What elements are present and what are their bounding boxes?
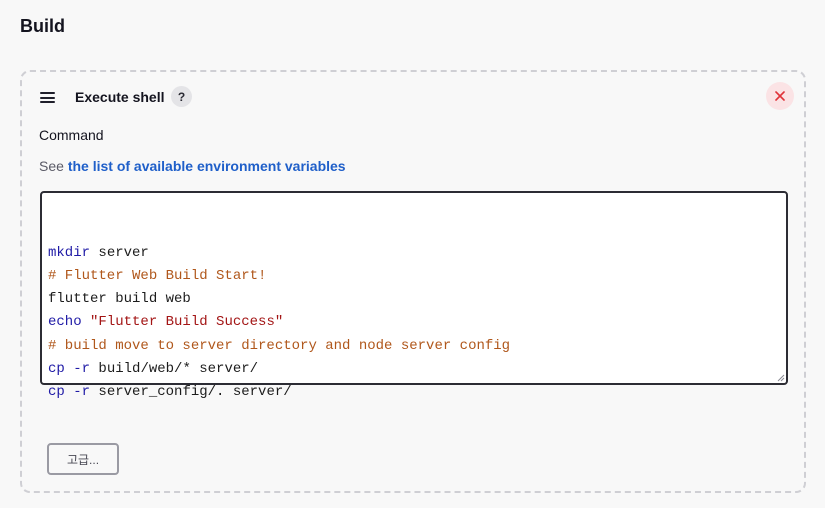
section-title: Build bbox=[20, 16, 65, 36]
code-token: echo bbox=[48, 314, 82, 331]
code-token: build/web/* server/ bbox=[90, 361, 259, 378]
build-page: Build Execute shell ? Command See the li… bbox=[0, 0, 825, 508]
code-line: # build move to server directory and nod… bbox=[48, 335, 780, 358]
code-token: cp bbox=[48, 361, 65, 378]
code-token: # build move to server directory and nod… bbox=[48, 337, 511, 354]
code-token: mkdir bbox=[48, 244, 91, 261]
code-token: # Flutter Web Build Start! bbox=[48, 267, 267, 284]
code-line: echo "Flutter Build Success" bbox=[48, 311, 780, 334]
code-line: cp -r server_config/. server/ bbox=[48, 381, 780, 404]
resize-grip-icon[interactable] bbox=[777, 374, 785, 382]
code-line: mkdir server bbox=[48, 242, 780, 265]
code-token: server bbox=[90, 244, 149, 261]
code-line: cp -r build/web/* server/ bbox=[48, 358, 780, 381]
code-line: # Flutter Web Build Start! bbox=[48, 265, 780, 288]
command-textarea[interactable]: mkdir server # Flutter Web Build Start! fl… bbox=[40, 191, 788, 400]
close-icon[interactable] bbox=[766, 82, 794, 110]
help-prefix: See bbox=[39, 158, 68, 174]
env-vars-link[interactable]: the list of available environment variab… bbox=[68, 158, 346, 174]
close-x-glyph bbox=[775, 91, 785, 101]
command-label: Command bbox=[39, 127, 104, 143]
code-token: -r bbox=[73, 384, 91, 401]
advanced-button[interactable]: 고급... bbox=[47, 443, 119, 475]
env-vars-help: See the list of available environment va… bbox=[39, 158, 346, 174]
code-token: cp bbox=[48, 384, 65, 401]
code-line: flutter build web bbox=[48, 288, 780, 311]
step-title: Execute shell bbox=[75, 89, 165, 105]
code-token: flutter build web bbox=[48, 291, 191, 308]
code-token: "Flutter Build Success" bbox=[90, 314, 284, 331]
hamburger-drag-icon[interactable] bbox=[40, 92, 56, 104]
question-mark-icon[interactable]: ? bbox=[171, 86, 192, 107]
execute-shell-step-card: Execute shell ? Command See the list of … bbox=[20, 70, 806, 493]
code-token: -r bbox=[73, 361, 91, 378]
code-token: server_config/. server/ bbox=[90, 384, 292, 401]
